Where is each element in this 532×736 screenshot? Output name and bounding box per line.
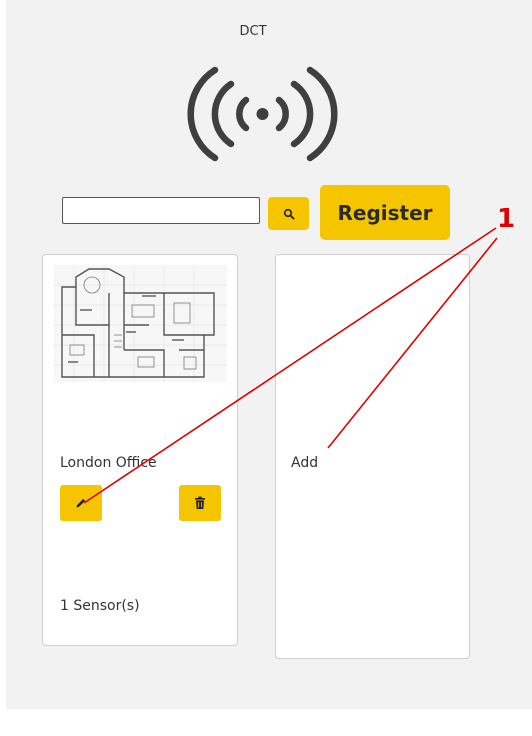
pencil-icon <box>76 498 86 508</box>
search-input[interactable] <box>62 197 260 224</box>
sensor-count: 1 Sensor(s) <box>60 598 140 614</box>
delete-button[interactable] <box>179 485 221 521</box>
add-location-card[interactable]: Add <box>275 254 470 659</box>
wireless-broadcast-icon <box>187 66 338 162</box>
register-button[interactable]: Register <box>320 185 450 240</box>
location-card-london[interactable]: London Office 1 Sensor(s) <box>42 254 238 646</box>
search-icon <box>283 208 295 220</box>
location-name: London Office <box>60 455 157 471</box>
trash-icon <box>195 496 205 509</box>
app-title: DCT <box>239 24 267 39</box>
floor-plan-image <box>54 265 227 382</box>
callout-number: 1 <box>497 204 516 234</box>
edit-button[interactable] <box>60 485 102 521</box>
add-label: Add <box>291 455 319 471</box>
search-button[interactable] <box>268 197 309 230</box>
